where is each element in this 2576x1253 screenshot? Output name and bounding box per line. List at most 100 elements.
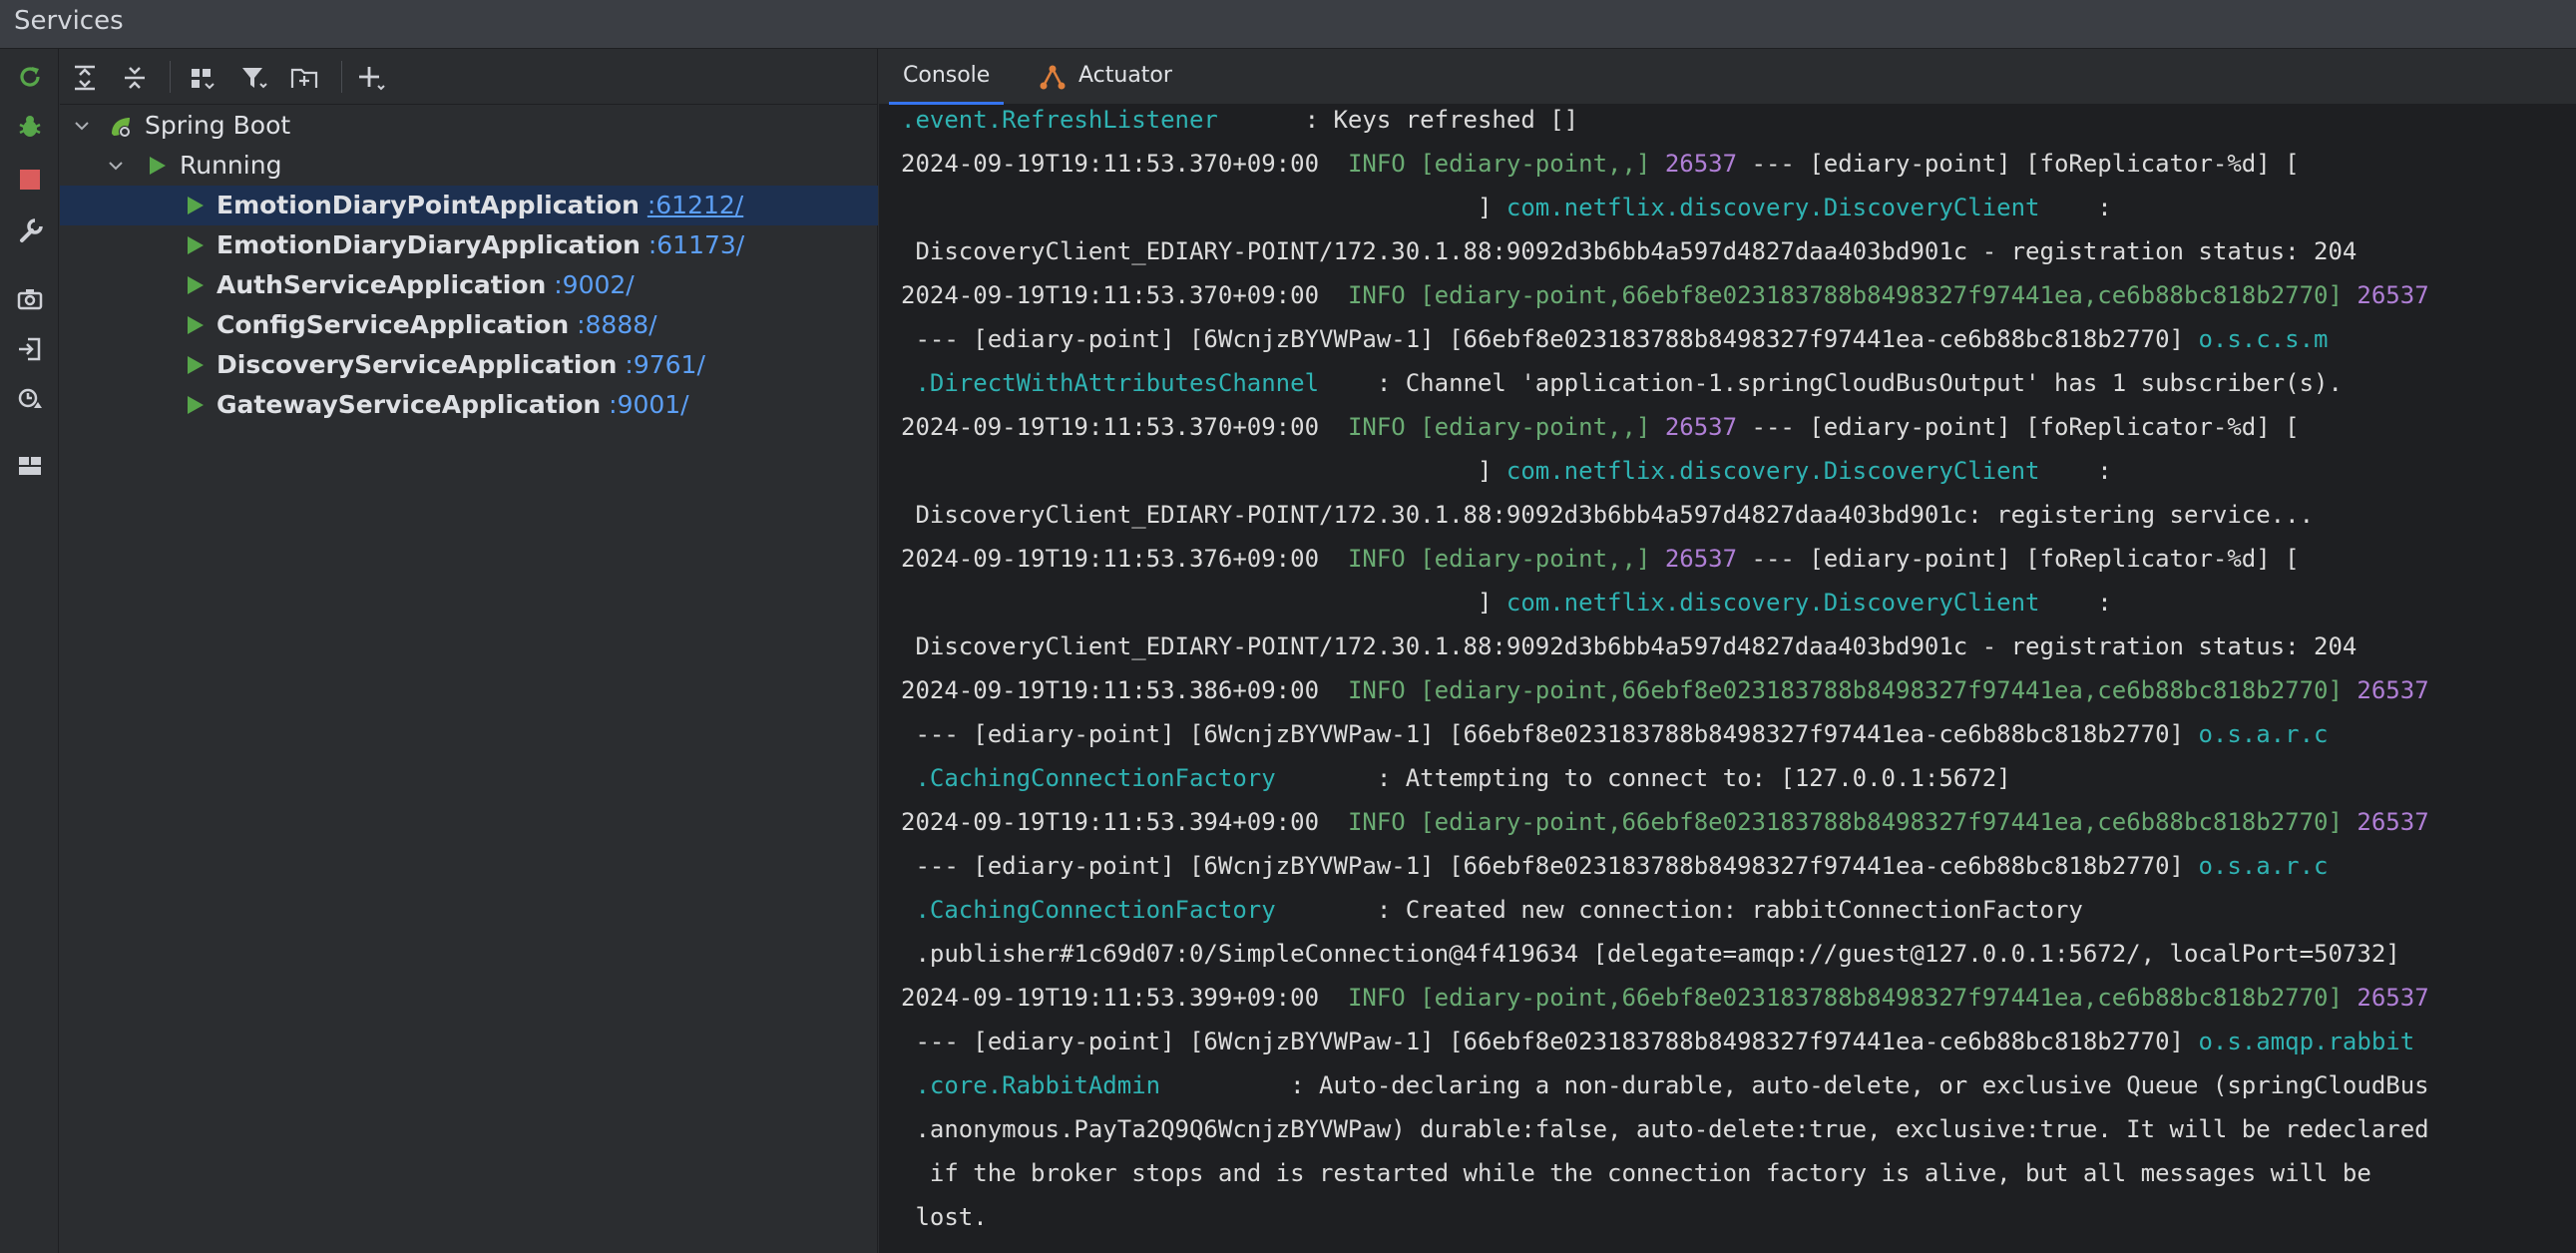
snapshot-button[interactable] — [14, 283, 46, 315]
rerun-button[interactable] — [14, 61, 46, 93]
console-segment: com.netflix.discovery.DiscoveryClient — [1505, 457, 2040, 485]
console-segment: 26537 — [2357, 984, 2429, 1012]
console-line: 2024-09-19T19:11:53.399+09:00 INFO [edia… — [901, 976, 2429, 1020]
group-by-button[interactable] — [186, 61, 219, 95]
console-segment: ] — [901, 457, 1506, 485]
console-line: --- [ediary-point] [6WcnjzBYVWPaw-1] [66… — [901, 1020, 2414, 1063]
attach-button[interactable] — [14, 333, 46, 365]
console-line: .CachingConnectionFactory : Attempting t… — [901, 756, 2010, 800]
tree-node-spring-boot[interactable]: Spring Boot — [60, 106, 878, 146]
console-segment: 2024-09-19T19:11:53.394+09:00 — [901, 808, 1348, 836]
settings-button[interactable] — [14, 214, 46, 246]
console-line: if the broker stops and is restarted whi… — [901, 1151, 2371, 1195]
service-port-link[interactable]: :8888/ — [577, 310, 656, 339]
service-port-link[interactable]: :9002/ — [554, 270, 634, 299]
console-segment: .DirectWithAttributesChannel — [901, 369, 1320, 397]
service-row-emotion-diary-diary[interactable]: EmotionDiaryDiaryApplication :61173/ — [60, 225, 878, 265]
console-segment: if the broker stops and is restarted whi… — [901, 1159, 2371, 1187]
console-segment: : Keys refreshed [] — [1217, 106, 1579, 134]
tree-node-running[interactable]: Running — [60, 146, 878, 186]
console-segment: DiscoveryClient_EDIARY-POINT/172.30.1.88… — [901, 501, 2315, 529]
service-port-link[interactable]: :61173/ — [648, 230, 744, 259]
console-line: .event.RefreshListener : Keys refreshed … — [901, 105, 1578, 142]
service-label: EmotionDiaryDiaryApplication :61173/ — [216, 225, 744, 265]
console-segment: --- [ediary-point] [6WcnjzBYVWPaw-1] [66… — [901, 1028, 2199, 1055]
console-segment: .CachingConnectionFactory — [901, 896, 1276, 924]
console-segment: 2024-09-19T19:11:53.376+09:00 — [901, 545, 1348, 573]
service-label: GatewayServiceApplication :9001/ — [216, 385, 689, 425]
console-segment: : Auto-declaring a non-durable, auto-del… — [1160, 1071, 2429, 1099]
running-icon — [188, 276, 204, 294]
add-service-button[interactable] — [355, 61, 389, 95]
expand-all-button[interactable] — [68, 61, 102, 95]
console-line: lost. — [901, 1195, 987, 1239]
chevron-down-icon — [75, 122, 89, 131]
console-segment: 2024-09-19T19:11:53.370+09:00 — [901, 281, 1348, 309]
service-row-config[interactable]: ConfigServiceApplication :8888/ — [60, 305, 878, 345]
running-icon — [188, 396, 204, 414]
running-icon — [188, 316, 204, 334]
console-segment: 26537 — [1664, 413, 1738, 441]
console-segment: .core.RabbitAdmin — [901, 1071, 1161, 1099]
tree-toolbar — [60, 49, 878, 105]
console-segment: 26537 — [1664, 545, 1738, 573]
stop-icon — [20, 170, 40, 190]
wrench-icon — [20, 218, 43, 242]
console-segment — [2343, 676, 2357, 704]
layout-button[interactable] — [14, 450, 46, 482]
console-tab-bar: Console Actuator — [879, 49, 2576, 105]
console-segment: 26537 — [2357, 281, 2429, 309]
rerun-icon — [20, 67, 40, 87]
service-row-discovery[interactable]: DiscoveryServiceApplication :9761/ — [60, 345, 878, 385]
service-port-link[interactable]: :9001/ — [609, 390, 688, 419]
new-group-button[interactable] — [287, 61, 321, 95]
title-bar: Services — [0, 0, 2576, 49]
console-segment: --- [ediary-point] [6WcnjzBYVWPaw-1] [66… — [901, 852, 2199, 880]
console-segment: [ediary-point,,] — [1420, 413, 1651, 441]
filter-button[interactable] — [237, 61, 271, 95]
stop-button[interactable] — [14, 164, 46, 196]
profiler-icon — [18, 388, 42, 408]
console-segment: INFO — [1347, 413, 1421, 441]
console-segment — [1650, 413, 1664, 441]
window-title: Services — [14, 6, 124, 36]
console-line: DiscoveryClient_EDIARY-POINT/172.30.1.88… — [901, 493, 2314, 537]
service-row-auth[interactable]: AuthServiceApplication :9002/ — [60, 265, 878, 305]
console-line: DiscoveryClient_EDIARY-POINT/172.30.1.88… — [901, 229, 2357, 273]
collapse-all-button[interactable] — [118, 61, 152, 95]
tab-console[interactable]: Console — [888, 49, 1005, 105]
service-row-emotion-diary-point[interactable]: EmotionDiaryPointApplication :61212/ — [60, 186, 878, 225]
running-icon — [188, 236, 204, 254]
console-segment: 2024-09-19T19:11:53.399+09:00 — [901, 984, 1348, 1012]
toolbar-separator — [341, 61, 342, 93]
console-segment: : — [2039, 589, 2112, 617]
running-icon — [150, 157, 166, 175]
console-segment: INFO — [1347, 984, 1421, 1012]
debug-bug-icon — [19, 116, 41, 137]
console-segment: 26537 — [2357, 676, 2429, 704]
service-name: EmotionDiaryPointApplication — [216, 191, 640, 219]
console-segment: [ediary-point,66ebf8e023183788b8498327f9… — [1420, 281, 2343, 309]
console-segment: com.netflix.discovery.DiscoveryClient — [1505, 589, 2040, 617]
layout-icon — [19, 457, 41, 475]
console-line: --- [ediary-point] [6WcnjzBYVWPaw-1] [66… — [901, 844, 2328, 888]
console-segment: : Channel 'application-1.springCloudBusO… — [1319, 369, 2343, 397]
tree-node-label: Running — [180, 151, 282, 180]
console-segment: : — [2039, 457, 2112, 485]
console-pane: Console Actuator .event.RefreshListener … — [879, 49, 2576, 1253]
console-segment: : Created new connection: rabbitConnecti… — [1275, 896, 2083, 924]
console-output[interactable]: .event.RefreshListener : Keys refreshed … — [879, 105, 2576, 1253]
console-line: ] com.netflix.discovery.DiscoveryClient … — [901, 581, 2112, 625]
profiler-button[interactable] — [14, 384, 46, 416]
service-port-link[interactable]: :61212/ — [647, 191, 743, 219]
actuator-icon — [1040, 65, 1066, 90]
console-segment: [ediary-point,66ebf8e023183788b8498327f9… — [1420, 808, 2343, 836]
debug-button[interactable] — [14, 111, 46, 143]
service-label: DiscoveryServiceApplication :9761/ — [216, 345, 705, 385]
console-segment: [ediary-point,,] — [1420, 150, 1651, 178]
console-segment: .event.RefreshListener — [901, 106, 1218, 134]
service-row-gateway[interactable]: GatewayServiceApplication :9001/ — [60, 385, 878, 425]
console-segment: --- [ediary-point] [6WcnjzBYVWPaw-1] [66… — [901, 720, 2199, 748]
service-port-link[interactable]: :9761/ — [625, 350, 704, 379]
console-segment: [ediary-point,66ebf8e023183788b8498327f9… — [1420, 676, 2343, 704]
